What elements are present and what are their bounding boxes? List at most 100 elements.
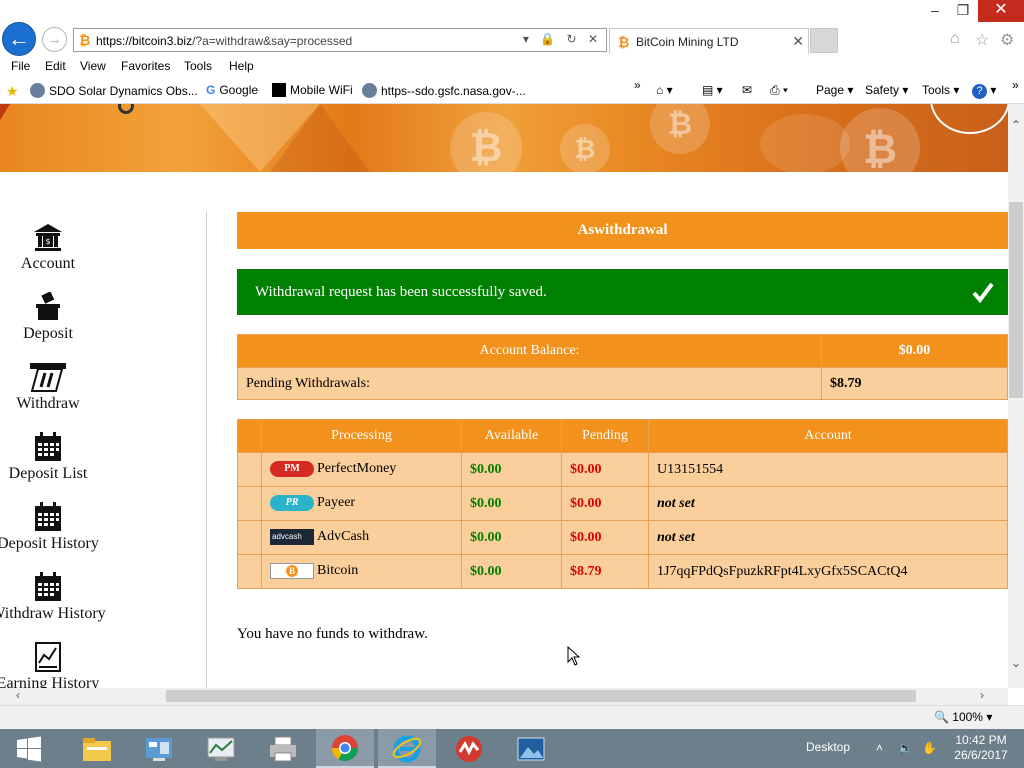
scroll-up-icon[interactable]: ⌃ <box>1011 118 1021 132</box>
mail-icon[interactable]: ✉ <box>742 83 752 97</box>
minimize-button[interactable]: – <box>920 0 950 22</box>
taskbar-file-explorer[interactable] <box>68 729 126 768</box>
logo-fragment <box>118 104 134 114</box>
sidebar-item-earning-history[interactable]: Earning History <box>0 640 99 688</box>
bitcoin-coin-icon: ₿ <box>650 104 710 154</box>
sidebar-divider <box>206 212 207 688</box>
clock-time: 10:42 PM <box>955 733 1007 747</box>
internet-explorer-icon <box>392 735 422 762</box>
sidebar-item-label: Deposit History <box>0 535 99 552</box>
address-bar[interactable]: ₿ https://bitcoin3.biz/?a=withdraw&say=p… <box>73 28 607 52</box>
scroll-left-icon[interactable]: ‹ <box>16 688 20 702</box>
horizontal-scroll-thumb[interactable] <box>166 690 916 702</box>
svg-text:$: $ <box>45 237 50 246</box>
back-button[interactable]: ← <box>2 22 36 56</box>
tools-menu[interactable]: Tools ▾ <box>922 83 959 97</box>
sidebar-item-deposit-list[interactable]: Deposit List <box>0 430 96 483</box>
sidebar-item-deposit-history[interactable]: Deposit History <box>0 500 99 553</box>
scroll-right-icon[interactable]: › <box>980 688 984 702</box>
tab-title: BitCoin Mining LTD <box>636 35 739 49</box>
menu-favorites[interactable]: Favorites <box>121 59 170 73</box>
available-cell: $0.00 <box>461 554 562 589</box>
taskbar-perf-monitor[interactable] <box>192 729 250 768</box>
favorite-sdo[interactable]: SDO Solar Dynamics Obs... <box>30 83 198 98</box>
help-icon[interactable]: ? ▾ <box>972 83 996 99</box>
bitcoin-coin-icon: ₿ <box>450 112 522 172</box>
table-row: B Bitcoin $0.00 $8.79 1J7qqFPdQsFpuzkRFpt… <box>237 554 1008 589</box>
chevron-more-icon[interactable]: » <box>1012 78 1019 92</box>
favorite-mobile-wifi[interactable]: Mobile WiFi <box>272 83 353 97</box>
taskbar-photos[interactable] <box>502 729 560 768</box>
favorite-google[interactable]: G Google <box>206 83 258 97</box>
deposit-box-icon <box>0 290 96 324</box>
home-icon[interactable]: ⌂ <box>950 30 960 48</box>
status-bar: 🔍 100% ▾ <box>0 705 1024 729</box>
network-icon[interactable]: ✋ <box>922 741 937 755</box>
settings-gear-icon[interactable]: ⚙ <box>1000 30 1014 50</box>
volume-icon[interactable]: 🔈 <box>898 741 913 755</box>
desktop-toolbar-label[interactable]: Desktop <box>806 740 850 754</box>
table-row: advcash AdvCash $0.00 $0.00 not set <box>237 520 1008 555</box>
taskbar-chrome[interactable] <box>316 729 374 768</box>
bitcoin-coin-icon: ₿ <box>560 124 610 172</box>
favorites-star-icon[interactable]: ☆ <box>975 30 989 50</box>
safety-menu[interactable]: Safety ▾ <box>865 83 908 97</box>
banner-globe <box>760 114 850 172</box>
menu-view[interactable]: View <box>80 59 106 73</box>
page-title: Aswithdrawal <box>237 212 1008 249</box>
select-cell <box>237 452 262 487</box>
menu-tools[interactable]: Tools <box>184 59 212 73</box>
wifi-icon <box>272 83 286 97</box>
tray-chevron-icon[interactable]: ˄ <box>876 741 883 755</box>
sidebar-item-withdraw[interactable]: Withdraw <box>0 360 96 413</box>
horizontal-scrollbar[interactable]: ‹ › <box>0 688 1008 705</box>
page-menu[interactable]: Page ▾ <box>816 83 853 97</box>
app-logo-icon <box>456 735 482 762</box>
processor-cell: PR Payeer <box>261 486 462 521</box>
sidebar-item-withdraw-history[interactable]: Withdraw History <box>0 570 106 623</box>
new-tab-button[interactable] <box>810 28 838 53</box>
address-tools-icon[interactable]: ▾ 🔒 ↻ ✕ <box>523 32 602 46</box>
tab-close-icon[interactable]: ✕ <box>792 33 804 50</box>
menu-help[interactable]: Help <box>229 59 254 73</box>
favorites-bar: ★ SDO Solar Dynamics Obs... G Google Mob… <box>0 78 1024 104</box>
menu-file[interactable]: File <box>11 59 30 73</box>
forward-button[interactable]: → <box>42 27 67 52</box>
taskbar-internet-explorer[interactable] <box>378 729 436 768</box>
balance-label: Account Balance: <box>237 334 822 368</box>
home-toolbar-icon[interactable]: ⌂ ▾ <box>656 83 673 97</box>
table-row: Account Balance: $0.00 <box>237 334 1008 368</box>
vertical-scrollbar[interactable]: ⌃ ⌄ <box>1008 104 1024 688</box>
maximize-button[interactable]: ❐ <box>948 0 978 22</box>
select-header <box>237 419 262 453</box>
add-favorite-icon[interactable]: ★ <box>6 83 19 100</box>
bank-icon: $ <box>0 220 96 254</box>
favorite-sdo-nasa[interactable]: https--sdo.gsfc.nasa.gov-... <box>362 83 526 98</box>
bitcoin-coin-icon: ₿ <box>840 108 920 172</box>
close-window-button[interactable]: ✕ <box>978 0 1024 22</box>
chrome-icon <box>331 734 359 761</box>
vertical-scroll-thumb[interactable] <box>1009 202 1023 398</box>
available-cell: $0.00 <box>461 452 562 487</box>
sidebar-item-account[interactable]: $ Account <box>0 220 96 273</box>
start-button[interactable] <box>0 729 58 768</box>
taskbar-printer[interactable] <box>254 729 312 768</box>
chevron-more-icon[interactable]: » <box>634 78 641 92</box>
windows-taskbar: Desktop ˄ 🔈 ✋ 10:42 PM 26/6/2017 <box>0 729 1024 768</box>
bitcoin-logo-icon: B <box>270 563 314 580</box>
zoom-control[interactable]: 🔍 100% ▾ <box>934 710 992 724</box>
sidebar-item-deposit[interactable]: Deposit <box>0 290 96 343</box>
tab-bitcoin-mining[interactable]: ₿ BitCoin Mining LTD ✕ <box>609 28 809 54</box>
menu-edit[interactable]: Edit <box>45 59 66 73</box>
banner-decoration <box>0 104 10 120</box>
picture-icon <box>517 737 545 760</box>
taskbar-clock[interactable]: 10:42 PM 26/6/2017 <box>946 733 1016 763</box>
account-cell: not set <box>648 486 1008 521</box>
banner-decoration <box>270 104 370 172</box>
scroll-down-icon[interactable]: ⌄ <box>1011 656 1021 670</box>
feeds-icon[interactable]: ▤ ▾ <box>702 83 723 97</box>
taskbar-app-red[interactable] <box>440 729 498 768</box>
taskbar-control-panel[interactable] <box>130 729 188 768</box>
print-icon[interactable]: ⎙ ▾ <box>770 83 788 98</box>
pending-cell: $8.79 <box>561 554 649 589</box>
